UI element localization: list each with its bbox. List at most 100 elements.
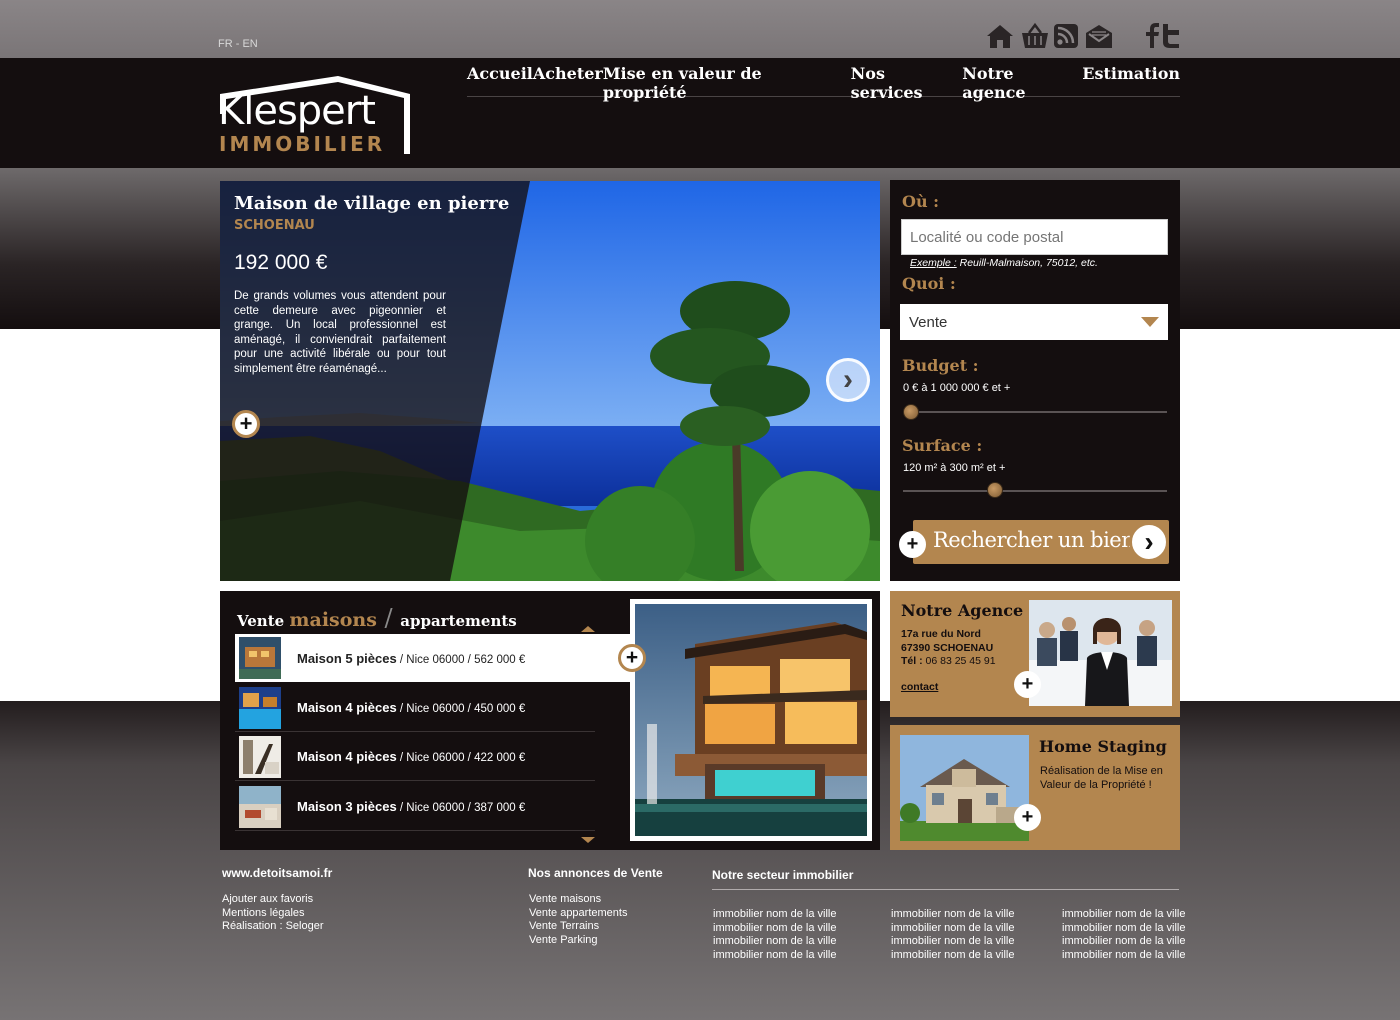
footer-sector-link[interactable]: immobilier nom de la ville xyxy=(1062,935,1186,949)
footer-sector-title: Notre secteur immobilier xyxy=(712,868,854,882)
rss-icon[interactable] xyxy=(1053,22,1079,50)
footer-link-credits[interactable]: Réalisation : Seloger xyxy=(222,920,324,934)
main-nav: Accueil Acheter Mise en valeur de propri… xyxy=(467,62,1180,102)
footer-sector-link[interactable]: immobilier nom de la ville xyxy=(713,949,837,963)
budget-value: 0 € à 1 000 000 € et + xyxy=(903,382,1011,394)
language-switch[interactable]: FR - EN xyxy=(218,38,258,50)
surface-slider-track[interactable] xyxy=(903,490,1167,492)
footer-sector-link[interactable]: immobilier nom de la ville xyxy=(713,922,837,936)
budget-slider-handle[interactable] xyxy=(903,404,919,420)
listing-preview-photo xyxy=(630,599,872,841)
listing-thumbnail xyxy=(239,686,281,729)
listing-thumbnail xyxy=(239,785,281,828)
type-label: Quoi : xyxy=(902,274,956,293)
nav-acheter[interactable]: Acheter xyxy=(533,62,603,96)
listing-thumbnail xyxy=(239,637,281,679)
footer-sector-link[interactable]: immobilier nom de la ville xyxy=(891,922,1015,936)
agency-card: Notre Agence 17a rue du Nord 67390 SCHOE… xyxy=(890,591,1180,717)
footer-announcement-links: Vente maisons Vente appartements Vente T… xyxy=(529,893,627,947)
surface-label: Surface : xyxy=(902,436,983,455)
agency-team-photo xyxy=(1029,600,1172,706)
logo[interactable]: Klespert IMMOBILIER xyxy=(218,74,413,158)
logo-wordmark: Klespert xyxy=(218,88,376,134)
logo-subtitle: IMMOBILIER xyxy=(219,132,386,156)
listing-more-button[interactable]: + xyxy=(618,644,646,672)
listing-row[interactable]: Maison 4 pièces / Nice 06000 / 422 000 € xyxy=(235,733,595,781)
footer-sector-link[interactable]: immobilier nom de la ville xyxy=(891,935,1015,949)
home-staging-title: Home Staging xyxy=(1039,737,1167,756)
listings-panel: Vente maisons / appartements Maison 5 pi… xyxy=(220,591,880,850)
budget-slider-track[interactable] xyxy=(903,411,1167,413)
footer-sector-link[interactable]: immobilier nom de la ville xyxy=(713,935,837,949)
location-input[interactable] xyxy=(901,219,1168,255)
home-icon[interactable] xyxy=(985,22,1015,50)
hero-photo xyxy=(220,181,880,581)
nav-notre-agence[interactable]: Notre agence xyxy=(962,62,1082,102)
nav-mise-en-valeur[interactable]: Mise en valeur de propriété xyxy=(603,62,851,102)
footer-sector-column: immobilier nom de la ville immobilier no… xyxy=(713,908,837,962)
footer-sector-link[interactable]: immobilier nom de la ville xyxy=(1062,949,1186,963)
listing-row[interactable]: Maison 5 pièces / Nice 06000 / 562 000 € xyxy=(235,634,630,682)
budget-label: Budget : xyxy=(902,356,979,375)
footer-link-apartments[interactable]: Vente appartements xyxy=(529,907,627,921)
listing-row[interactable]: Maison 4 pièces / Nice 06000 / 450 000 € xyxy=(235,684,595,732)
footer-link-favorites[interactable]: Ajouter aux favoris xyxy=(222,893,324,907)
agency-city: 67390 SCHOENAU xyxy=(901,642,994,654)
footer-site-url[interactable]: www.detoitsamoi.fr xyxy=(222,866,332,880)
agency-contact-link[interactable]: contact xyxy=(901,681,938,693)
scroll-down-arrow-icon[interactable] xyxy=(581,837,595,843)
hero-town: SCHOENAU xyxy=(234,218,315,233)
top-bar xyxy=(0,0,1400,58)
footer-link-land[interactable]: Vente Terrains xyxy=(529,920,627,934)
listing-row[interactable]: Maison 3 pièces / Nice 06000 / 387 000 € xyxy=(235,783,595,831)
search-submit-button[interactable]: Rechercher un bien › xyxy=(913,520,1169,564)
nav-accueil[interactable]: Accueil xyxy=(467,62,533,96)
listings-title: Vente maisons / appartements xyxy=(237,604,517,632)
type-select[interactable]: Vente xyxy=(900,304,1168,340)
footer-sector-column: immobilier nom de la ville immobilier no… xyxy=(1062,908,1186,962)
facebook-icon[interactable] xyxy=(1143,22,1161,50)
footer-link-parking[interactable]: Vente Parking xyxy=(529,934,627,948)
footer-announcements-title: Nos annonces de Vente xyxy=(528,866,663,880)
agency-street: 17a rue du Nord xyxy=(901,628,981,640)
footer-sector-link[interactable]: immobilier nom de la ville xyxy=(891,908,1015,922)
surface-slider-handle[interactable] xyxy=(987,482,1003,498)
footer-sector-column: immobilier nom de la ville immobilier no… xyxy=(891,908,1015,962)
hero-slider: Maison de village en pierre SCHOENAU 192… xyxy=(220,181,880,581)
twitter-icon[interactable] xyxy=(1160,22,1182,50)
plus-icon[interactable]: + xyxy=(899,531,926,558)
footer-sector-link[interactable]: immobilier nom de la ville xyxy=(1062,908,1186,922)
home-staging-card: Home Staging Réalisation de la Mise en V… xyxy=(890,725,1180,850)
mail-icon[interactable] xyxy=(1084,22,1114,50)
nav-estimation[interactable]: Estimation xyxy=(1082,62,1180,96)
footer-sector-link[interactable]: immobilier nom de la ville xyxy=(713,908,837,922)
hero-next-button[interactable]: › xyxy=(826,358,870,402)
footer-sector-link[interactable]: immobilier nom de la ville xyxy=(891,949,1015,963)
type-select-value: Vente xyxy=(909,313,948,331)
listing-thumbnail xyxy=(239,735,281,778)
basket-icon[interactable] xyxy=(1020,22,1050,50)
nav-nos-services[interactable]: Nos services xyxy=(851,62,963,102)
footer-sector-link[interactable]: immobilier nom de la ville xyxy=(1062,922,1186,936)
chevron-right-icon: › xyxy=(1129,522,1169,562)
agency-more-button[interactable]: + xyxy=(1014,671,1041,698)
footer-divider xyxy=(712,889,1179,890)
scroll-up-arrow-icon[interactable] xyxy=(581,626,595,632)
surface-value: 120 m² à 300 m² et + xyxy=(903,462,1006,474)
search-submit-label: Rechercher un bien xyxy=(933,528,1135,552)
hero-description: De grands volumes vous attendent pour ce… xyxy=(234,290,446,375)
footer-link-legal[interactable]: Mentions légales xyxy=(222,907,324,921)
agency-title: Notre Agence xyxy=(901,601,1024,620)
hero-title: Maison de village en pierre xyxy=(234,193,510,214)
home-staging-description: Réalisation de la Mise en Valeur de la P… xyxy=(1040,765,1163,791)
home-staging-more-button[interactable]: + xyxy=(1014,804,1041,831)
footer-links: Ajouter aux favoris Mentions légales Réa… xyxy=(222,893,324,934)
home-staging-photo xyxy=(900,735,1029,841)
hero-more-button[interactable]: + xyxy=(232,410,260,438)
location-label: Où : xyxy=(902,192,940,211)
search-panel: Où : Exemple : Reuill-Malmaison, 75012, … xyxy=(890,180,1180,581)
agency-phone: Tél : 06 83 25 45 91 xyxy=(901,655,996,667)
footer-link-houses[interactable]: Vente maisons xyxy=(529,893,627,907)
chevron-down-icon xyxy=(1141,317,1159,327)
location-example: Exemple : Reuill-Malmaison, 75012, etc. xyxy=(910,257,1098,269)
